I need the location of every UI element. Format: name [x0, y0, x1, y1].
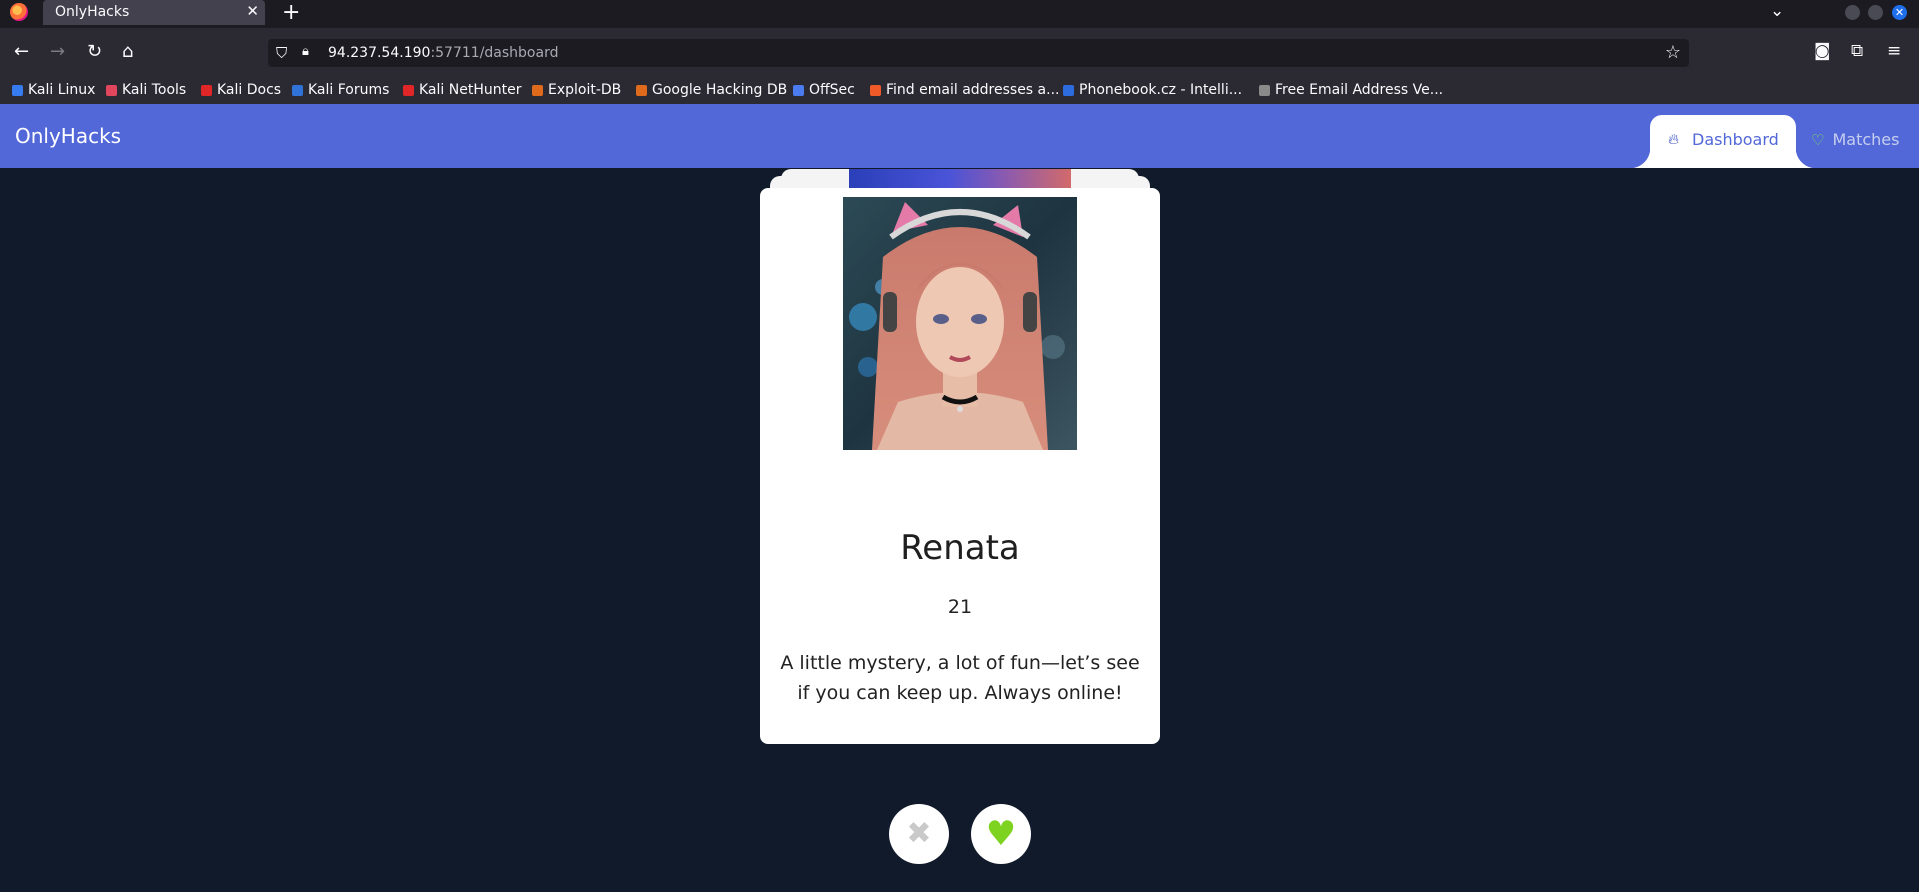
offsec-icon	[793, 84, 804, 96]
bookmark-offsec[interactable]: OffSec	[793, 82, 855, 98]
bookmark-find-email[interactable]: Find email addresses a...	[870, 82, 1059, 98]
email-verifier-icon	[1259, 84, 1270, 96]
bookmark-kali-nethunter[interactable]: Kali NetHunter	[403, 82, 521, 98]
kali-forums-icon	[292, 84, 303, 96]
ghdb-icon	[636, 84, 647, 96]
stacked-card-photo-edge	[849, 169, 1071, 188]
forward-arrow-icon[interactable]: →	[50, 41, 65, 62]
bookmark-label: Free Email Address Ve...	[1275, 82, 1444, 98]
kali-docs-icon	[201, 84, 212, 96]
url-host: 94.237.54.190	[328, 45, 431, 61]
bookmark-label: Kali Forums	[308, 82, 390, 98]
app-navbar: OnlyHacks 🔥︎ Dashboard ♡ Matches	[0, 104, 1919, 168]
bookmark-label: Find email addresses a...	[886, 82, 1060, 98]
like-button[interactable]: ♥	[971, 804, 1031, 864]
bookmark-label: Kali Docs	[217, 82, 282, 98]
profile-age: 21	[947, 596, 973, 618]
extensions-puzzle-icon[interactable]: ⧉	[1851, 41, 1863, 61]
url-bar[interactable]: ⛉ 🔒︎ 94.237.54.190:57711/dashboard ☆	[268, 39, 1689, 67]
heart-icon: ♥	[985, 814, 1017, 854]
tab-title: OnlyHacks	[55, 4, 130, 20]
new-tab-plus-icon[interactable]: +	[282, 0, 300, 25]
bookmark-exploit-db[interactable]: Exploit-DB	[532, 82, 621, 98]
tab-close-icon[interactable]: ✕	[246, 2, 259, 20]
firefox-logo-icon	[10, 3, 28, 21]
site-info-lock-icon[interactable]: 🔒︎	[302, 44, 309, 59]
app-menu-hamburger-icon[interactable]: ≡	[1887, 41, 1901, 61]
pocket-icon[interactable]: ◙	[1814, 41, 1831, 61]
window-close-button[interactable]: ✕	[1892, 5, 1907, 20]
list-all-tabs-chevron-icon[interactable]: ⌄	[1770, 1, 1784, 21]
url-text[interactable]: 94.237.54.190:57711/dashboard	[328, 45, 558, 61]
bookmark-label: Google Hacking DB	[652, 82, 788, 98]
bookmarks-toolbar: Kali Linux Kali Tools Kali Docs Kali For…	[0, 78, 1919, 104]
bookmark-phonebook[interactable]: Phonebook.cz - Intelli...	[1063, 82, 1242, 98]
profile-photo-illustration	[843, 197, 1077, 450]
profile-photo	[843, 197, 1077, 450]
bookmark-label: Phonebook.cz - Intelli...	[1079, 82, 1243, 98]
home-icon[interactable]: ⌂	[122, 41, 133, 62]
hand-cursor-icon: ☝	[1114, 700, 1127, 724]
profile-card[interactable]: Renata 21 A little mystery, a lot of fun…	[760, 188, 1160, 744]
window-minimize-button[interactable]	[1845, 5, 1860, 20]
browser-tab-active[interactable]: OnlyHacks ✕	[43, 0, 265, 25]
profile-bio: A little mystery, a lot of fun—let’s see…	[780, 652, 1140, 704]
kali-dragon-icon	[12, 84, 23, 96]
url-path: :57711/dashboard	[430, 45, 559, 61]
bookmark-label: OffSec	[809, 82, 855, 98]
nav-matches-tab[interactable]: ♡ Matches	[1811, 130, 1899, 149]
bookmark-star-icon[interactable]: ☆	[1665, 42, 1681, 63]
bookmark-kali-docs[interactable]: Kali Docs	[201, 82, 281, 98]
browser-tab-strip: OnlyHacks ✕ + ⌄ ✕	[0, 0, 1919, 28]
back-arrow-icon[interactable]: ←	[14, 41, 29, 62]
flame-icon: 🔥︎	[1668, 130, 1680, 148]
nav-dashboard-label: Dashboard	[1692, 130, 1779, 149]
bookmark-label: Exploit-DB	[548, 82, 622, 98]
kali-tools-icon	[106, 84, 117, 96]
bookmark-kali-forums[interactable]: Kali Forums	[292, 82, 389, 98]
x-icon: ✖	[906, 816, 932, 851]
bookmark-free-email-verifier[interactable]: Free Email Address Ve...	[1259, 82, 1443, 98]
bookmark-label: Kali Linux	[28, 82, 96, 98]
nav-matches-label: Matches	[1832, 130, 1900, 149]
window-maximize-button[interactable]	[1868, 5, 1883, 20]
bookmark-kali-linux[interactable]: Kali Linux	[12, 82, 95, 98]
reload-icon[interactable]: ↻	[87, 41, 102, 62]
bookmark-kali-tools[interactable]: Kali Tools	[106, 82, 186, 98]
profile-name: Renata	[900, 528, 1020, 568]
nethunter-icon	[403, 84, 414, 96]
brand-logo[interactable]: OnlyHacks	[15, 124, 121, 148]
exploit-db-icon	[532, 84, 543, 96]
reject-button[interactable]: ✖	[889, 804, 949, 864]
phonebook-icon	[1063, 84, 1074, 96]
bookmark-label: Kali NetHunter	[419, 82, 522, 98]
bookmark-google-hacking-db[interactable]: Google Hacking DB	[636, 82, 787, 98]
nav-dashboard-tab[interactable]: 🔥︎ Dashboard	[1630, 115, 1816, 168]
hunter-icon	[870, 84, 881, 96]
heart-outline-icon: ♡	[1811, 131, 1825, 149]
bookmark-label: Kali Tools	[122, 82, 187, 98]
tracking-protection-shield-icon[interactable]: ⛉	[276, 44, 287, 62]
